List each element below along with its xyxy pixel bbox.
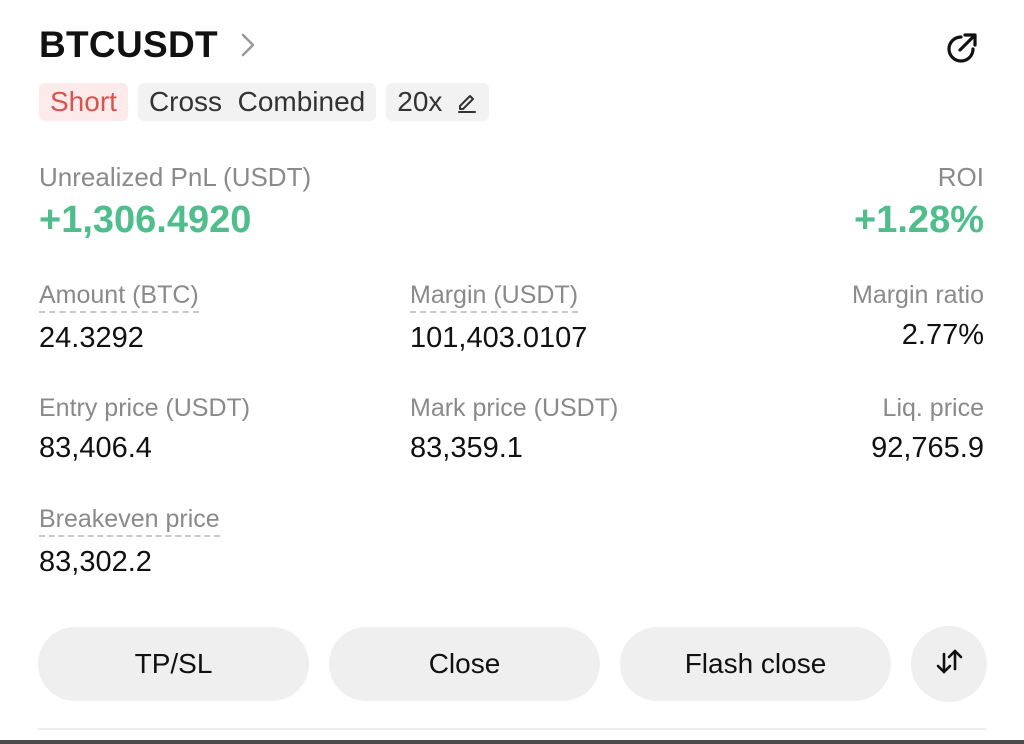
margin-value: 101,403.0107: [410, 322, 588, 354]
edit-icon[interactable]: [456, 91, 478, 113]
side-label: Short: [50, 86, 117, 117]
position-header[interactable]: BTCUSDT: [39, 24, 264, 66]
liq-price-label: Liq. price: [882, 394, 984, 422]
margin-stat: Margin (USDT) 101,403.0107: [410, 280, 587, 355]
margin-ratio-stat: Margin ratio 2.77%: [852, 280, 984, 352]
breakeven-price-label[interactable]: Breakeven price: [39, 504, 220, 537]
amount-value: 24.3292: [39, 322, 144, 354]
tpsl-button[interactable]: TP/SL: [38, 627, 309, 701]
margin-mode-badge: Cross Combined: [137, 83, 377, 121]
roi-value: +1.28%: [854, 199, 984, 241]
leverage-badge[interactable]: 20x: [386, 83, 490, 121]
entry-price-stat: Entry price (USDT) 83,406.4: [39, 393, 250, 465]
mark-price-value: 83,359.1: [410, 432, 523, 464]
amount-stat: Amount (BTC) 24.3292: [39, 280, 199, 355]
entry-price-label: Entry price (USDT): [39, 394, 251, 422]
flash-close-button[interactable]: Flash close: [620, 627, 891, 701]
unrealized-pnl-value: +1,306.4920: [39, 199, 252, 241]
breakeven-price-value: 83,302.2: [39, 546, 152, 578]
margin-ratio-label: Margin ratio: [852, 281, 984, 309]
margin-label[interactable]: Margin (USDT): [410, 280, 579, 313]
roi-label: ROI: [937, 162, 984, 192]
margin-mode-label: Cross Combined: [148, 86, 366, 117]
chevron-right-icon[interactable]: [240, 25, 264, 65]
side-badge: Short: [39, 83, 128, 121]
amount-label[interactable]: Amount (BTC): [39, 280, 199, 313]
symbol-title[interactable]: BTCUSDT: [39, 24, 218, 66]
share-icon[interactable]: [940, 28, 982, 70]
mark-price-stat: Mark price (USDT) 83,359.1: [410, 393, 618, 465]
reverse-position-icon: [932, 645, 966, 684]
entry-price-value: 83,406.4: [39, 432, 152, 464]
leverage-label: 20x: [397, 86, 443, 117]
bottom-edge: [0, 740, 1024, 744]
reverse-position-button[interactable]: [911, 626, 987, 702]
divider: [38, 728, 986, 730]
close-button[interactable]: Close: [329, 627, 600, 701]
position-tags: Short Cross Combined 20x: [39, 83, 490, 121]
mark-price-label: Mark price (USDT): [410, 394, 619, 422]
position-card: BTCUSDT Short Cross Combined 20x Unreali…: [0, 0, 1024, 744]
liq-price-stat: Liq. price 92,765.9: [871, 393, 984, 465]
position-actions: TP/SL Close Flash close: [38, 626, 987, 702]
liq-price-value: 92,765.9: [871, 432, 984, 464]
unrealized-pnl-label: Unrealized PnL (USDT): [39, 162, 312, 192]
margin-ratio-value: 2.77%: [901, 319, 984, 351]
breakeven-price-stat: Breakeven price 83,302.2: [39, 504, 220, 579]
